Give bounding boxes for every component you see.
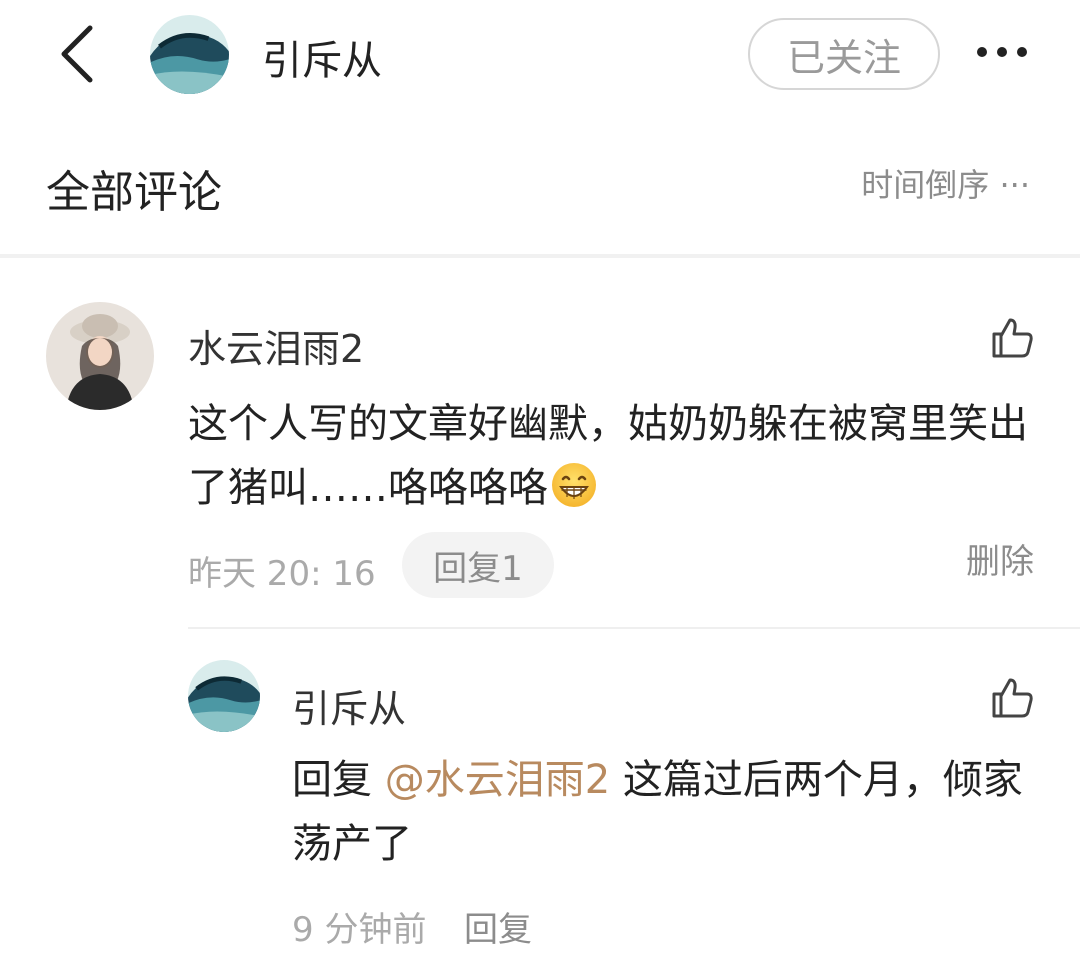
- comment-like-button[interactable]: [988, 314, 1036, 362]
- reply-like-button[interactable]: [988, 674, 1036, 722]
- section-divider: [0, 254, 1080, 258]
- reply-text: 回复 @水云泪雨2 这篇过后两个月，倾家荡产了: [292, 748, 1052, 876]
- delete-button[interactable]: 删除: [966, 534, 1034, 583]
- thumbs-up-icon: [992, 318, 1033, 358]
- follow-button[interactable]: 已关注: [748, 18, 940, 90]
- sort-order-button[interactable]: 时间倒序 ···: [861, 160, 1030, 206]
- commenter-avatar[interactable]: [46, 302, 154, 410]
- reply-prefix: 回复: [292, 757, 385, 803]
- reply-timestamp: 9 分钟前: [292, 910, 427, 950]
- thumbs-up-icon: [992, 678, 1033, 718]
- reply-author-name[interactable]: 引斥从: [292, 678, 406, 733]
- author-avatar[interactable]: [150, 15, 229, 94]
- comment-timestamp: 昨天 20: 16: [188, 554, 376, 594]
- back-button[interactable]: [46, 18, 110, 90]
- commenter-name[interactable]: 水云泪雨2: [188, 318, 364, 373]
- chevron-left-icon: [61, 25, 93, 83]
- comment-text: 这个人写的文章好幽默，姑奶奶躲在被窝里笑出了猪叫……咯咯咯咯: [188, 392, 1038, 520]
- author-name[interactable]: 引斥从: [262, 28, 382, 86]
- replies-button[interactable]: 回复1: [402, 532, 554, 598]
- reply-author-avatar[interactable]: [188, 660, 260, 732]
- comments-title: 全部评论: [46, 167, 222, 218]
- more-horizontal-icon: [977, 47, 1027, 57]
- mention-link[interactable]: @水云泪雨2: [385, 757, 610, 803]
- grinning-face-emoji-icon: [550, 461, 598, 509]
- reply-button[interactable]: 回复: [464, 902, 532, 951]
- top-bar: 引斥从 已关注: [0, 0, 1080, 110]
- comment-body: 这个人写的文章好幽默，姑奶奶躲在被窝里笑出了猪叫……咯咯咯咯: [188, 401, 1028, 511]
- more-button[interactable]: [966, 30, 1038, 74]
- reply-divider: [188, 627, 1080, 629]
